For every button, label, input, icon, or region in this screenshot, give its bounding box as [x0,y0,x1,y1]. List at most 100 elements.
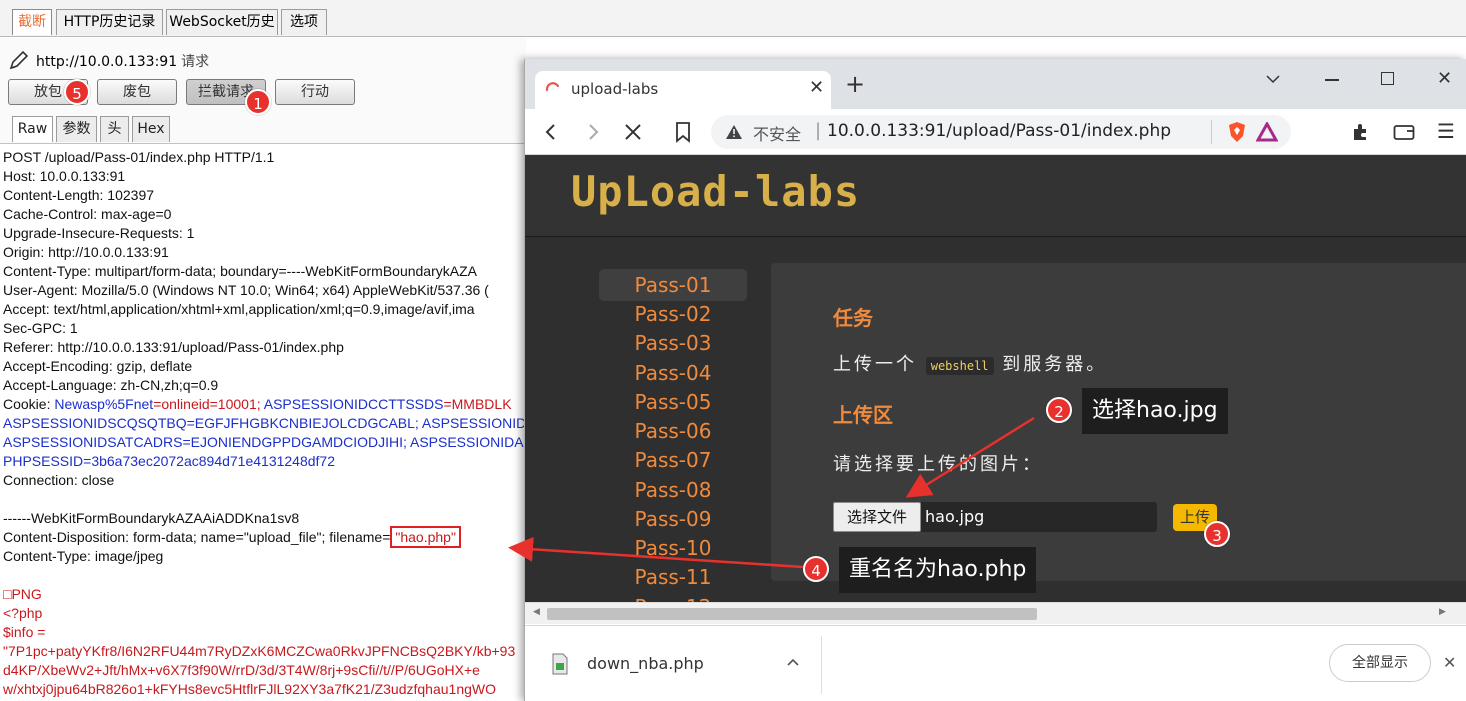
download-filename[interactable]: down_nba.php [587,654,704,673]
extensions-icon[interactable] [1351,122,1371,142]
tab-options[interactable]: 选项 [281,9,327,35]
cookie-line-4: PHPSESSID=3b6a73ec2072ac894d71e4131248df… [3,452,335,471]
pass-04-link[interactable]: Pass-04 [599,357,747,389]
minimize-icon[interactable] [1325,79,1339,81]
stop-loading-icon[interactable] [623,122,643,142]
cookie-key: Cookie: [3,396,55,412]
header-accept-language: Accept-Language: zh-CN,zh;q=0.9 [3,377,219,393]
choose-prompt: 请选择要上传的图片： [833,454,1043,475]
drop-button[interactable]: 废包 [97,79,177,105]
header-connection: Connection: close [3,472,115,488]
view-tab-hex[interactable]: Hex [132,116,170,142]
header-accept-encoding: Accept-Encoding: gzip, deflate [3,358,193,374]
header-accept: Accept: text/html,application/xhtml+xml,… [3,301,475,317]
cookie-name-2: ASPSESSIONIDCCTTSSDS [263,396,444,412]
target-url: http://10.0.0.133:91 请求 [36,51,209,71]
upload-heading: 上传区 [833,403,893,427]
pass-05-link[interactable]: Pass-05 [599,386,747,418]
header-cache-control: Cache-Control: max-age=0 [3,206,172,222]
pass-07-link[interactable]: Pass-07 [599,444,747,476]
pass-12-link[interactable]: Pass-12 [599,591,747,602]
view-tab-raw[interactable]: Raw [12,116,53,142]
filename-highlight[interactable]: "hao.php" [390,526,461,548]
header-cookie: Cookie: Newasp%5Fnet=onlineid=10001; ASP… [3,395,512,414]
header-referer: Referer: http://10.0.0.133:91/upload/Pas… [3,339,344,355]
body-data-1: "7P1pc+patyYKfr8/I6N2RFU44m7RyDZxK6MCZCw… [3,643,516,659]
window-close-icon[interactable]: ✕ [1437,68,1452,89]
chevron-down-icon[interactable] [1265,73,1281,85]
loading-spinner-icon [545,82,560,92]
content-disposition: Content-Disposition: form-data; name="up… [3,526,461,548]
back-icon[interactable] [543,123,559,141]
request-line: POST /upload/Pass-01/index.php HTTP/1.1 [3,149,275,165]
pencil-icon[interactable] [8,49,30,71]
body-data-2: d4KP/XbeWv2+Jft/hMx+v6X7f3f90W/rrD/3d/3T… [3,662,480,678]
header-host: Host: 10.0.0.133:91 [3,168,126,184]
tab-title: upload-labs [571,80,659,98]
brave-rewards-icon[interactable] [1256,122,1278,142]
body-png-magic: □PNG [3,586,42,602]
tab-websocket-history[interactable]: WebSocket历史 [166,9,278,35]
choose-file-button[interactable]: 选择文件 [833,502,921,532]
scroll-right-icon[interactable]: ▶ [1439,607,1446,617]
callout-select-file: 选择hao.jpg [1082,388,1228,434]
site-header: UpLoad-labs [525,155,1466,237]
header-origin: Origin: http://10.0.0.133:91 [3,244,169,260]
cookie-text-2: ASPSESSIONIDSCQSQTBQ=EGFJFHGBKCNBIEJOLCD… [3,415,526,431]
pass-09-link[interactable]: Pass-09 [599,503,747,535]
pass-11-link[interactable]: Pass-11 [599,561,747,593]
multipart-boundary: ------WebKitFormBoundarykAZAAiADDKna1sv8 [3,510,300,526]
scroll-left-icon[interactable]: ◀ [533,607,540,617]
cookie-name-1: Newasp%5Fnet [54,396,154,412]
step-badge-4: 4 [803,556,829,582]
horizontal-scrollbar[interactable]: ◀ ▶ [525,602,1466,624]
browser-toolbar: 不安全 | 10.0.0.133:91/upload/Pass-01/index… [525,109,1466,155]
menu-icon[interactable]: ☰ [1437,119,1455,143]
new-tab-icon[interactable]: + [845,72,865,96]
chosen-file-name: hao.jpg [925,507,985,526]
burp-tab-bar: 截断 HTTP历史记录 WebSocket历史 选项 [0,0,1466,37]
chevron-up-icon[interactable] [787,658,799,667]
file-input[interactable]: 选择文件 hao.jpg [833,502,1157,532]
callout-rename: 重名名为hao.php [839,547,1037,593]
step-badge-2: 2 [1046,397,1072,423]
cookie-value-2: =MMBDLK [443,396,512,412]
brave-shield-icon[interactable] [1227,121,1247,143]
tab-http-history[interactable]: HTTP历史记录 [56,9,163,35]
download-shelf: down_nba.php 全部显示 ✕ [525,625,1466,701]
shelf-close-icon[interactable]: ✕ [1443,653,1456,672]
body-php-open: <?php [3,605,43,621]
tab-intercept[interactable]: 截断 [12,9,52,35]
insecure-label: 不安全 [753,125,802,144]
maximize-icon[interactable] [1381,72,1394,85]
browser-tab-strip: upload-labs ✕ + ✕ [525,59,1466,109]
pass-03-link[interactable]: Pass-03 [599,327,747,359]
tab-close-icon[interactable]: ✕ [809,77,824,98]
pass-06-link[interactable]: Pass-06 [599,415,747,447]
address-separator: | [815,120,822,141]
pass-02-link[interactable]: Pass-02 [599,298,747,330]
cookie-value-1: =onlineid=10001; [153,396,264,412]
forward-icon[interactable] [585,123,601,141]
part-content-type: Content-Type: image/jpeg [3,548,164,564]
step-badge-1: 1 [245,89,271,115]
show-all-button[interactable]: 全部显示 [1329,644,1431,682]
disposition-text: Content-Disposition: form-data; name="up… [3,529,391,545]
view-tab-params[interactable]: 参数 [56,116,97,142]
step-badge-5: 5 [64,79,90,105]
site-logo[interactable]: UpLoad-labs [571,167,860,216]
view-tab-headers[interactable]: 头 [100,116,129,142]
task-text-b: 到服务器。 [1002,354,1108,375]
action-button[interactable]: 行动 [275,79,355,105]
bookmark-icon[interactable] [675,121,691,143]
pass-10-link[interactable]: Pass-10 [599,532,747,564]
address-bar[interactable]: 不安全 | 10.0.0.133:91/upload/Pass-01/index… [711,115,1291,149]
wallet-icon[interactable] [1393,123,1415,141]
pass-08-link[interactable]: Pass-08 [599,474,747,506]
pass-01-link[interactable]: Pass-01 [599,269,747,301]
header-sec-gpc: Sec-GPC: 1 [3,320,78,336]
browser-tab[interactable]: upload-labs ✕ [535,71,831,109]
warning-icon[interactable] [725,124,743,140]
request-editor[interactable]: POST /upload/Pass-01/index.php HTTP/1.1 … [0,143,526,701]
scrollbar-thumb[interactable] [547,608,1037,620]
